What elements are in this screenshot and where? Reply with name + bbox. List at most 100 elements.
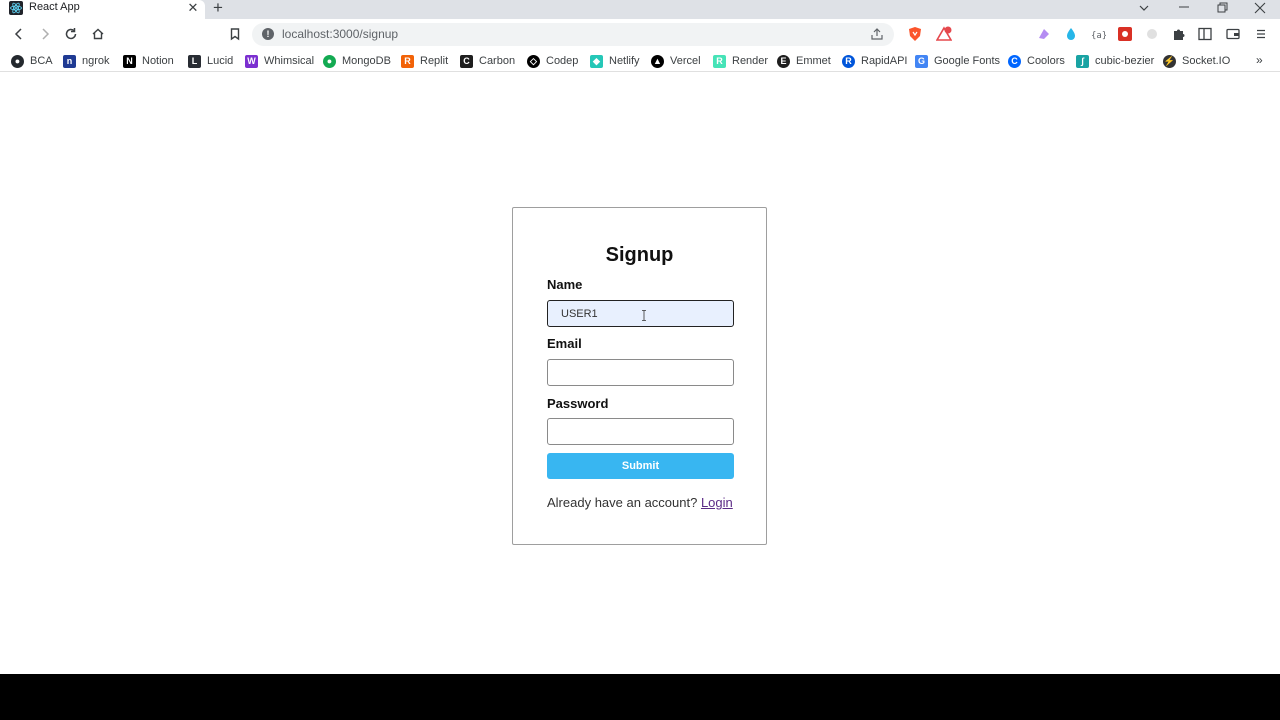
- bookmark-ngrok[interactable]: n ngrok: [63, 54, 110, 68]
- bookmark-label: RapidAPI: [861, 55, 908, 67]
- forward-icon[interactable]: [36, 25, 54, 43]
- email-input[interactable]: [547, 359, 734, 386]
- bookmark-emmet[interactable]: E Emmet: [777, 54, 831, 68]
- bookmark-netlify[interactable]: ◆ Netlify: [590, 54, 640, 68]
- rapidapi-icon: R: [842, 54, 855, 68]
- bookmarks-bar: ● BCA n ngrok N Notion L Lucid W Whimsical ● M…: [0, 50, 1280, 72]
- extension-drop-icon[interactable]: [1063, 26, 1079, 42]
- tab-react-app[interactable]: React App ✕: [0, 0, 205, 19]
- cubic-bezier-icon: ∫: [1076, 54, 1089, 68]
- wallet-icon[interactable]: [1225, 26, 1241, 42]
- bookmark-label: BCA: [30, 55, 53, 67]
- tab-strip: React App ✕ +: [0, 0, 1280, 19]
- bookmark-label: Notion: [142, 55, 174, 67]
- lucid-icon: L: [188, 54, 201, 68]
- google-fonts-icon: G: [915, 54, 928, 68]
- tab-search-icon[interactable]: [1137, 3, 1151, 13]
- bookmark-label: Netlify: [609, 55, 640, 67]
- login-prompt: Already have an account? Login: [547, 495, 733, 510]
- new-tab-button[interactable]: +: [213, 0, 223, 18]
- site-info-icon[interactable]: !: [262, 28, 274, 40]
- bookmark-label: Vercel: [670, 55, 701, 67]
- name-label: Name: [547, 277, 583, 292]
- emmet-icon: E: [777, 54, 790, 68]
- password-input[interactable]: [547, 418, 734, 445]
- close-tab-icon[interactable]: ✕: [187, 0, 199, 16]
- tab-title: React App: [29, 1, 80, 13]
- restore-icon[interactable]: [1215, 2, 1229, 14]
- url-text[interactable]: localhost:3000/signup: [282, 27, 398, 41]
- bookmark-notion[interactable]: N Notion: [123, 54, 174, 68]
- address-bar[interactable]: ! localhost:3000/signup: [252, 23, 894, 46]
- vercel-icon: ▲: [651, 54, 664, 68]
- ngrok-icon: n: [63, 54, 76, 68]
- bookmark-label: Emmet: [796, 55, 831, 67]
- home-icon[interactable]: [89, 25, 107, 43]
- extension-gray-icon[interactable]: [1144, 26, 1160, 42]
- sidebar-icon[interactable]: [1197, 26, 1213, 42]
- bookmark-codepen[interactable]: ◇ Codep: [527, 54, 578, 68]
- mongodb-icon: ●: [323, 54, 336, 68]
- signup-title: Signup: [605, 244, 674, 266]
- bookmark-vercel[interactable]: ▲ Vercel: [651, 54, 701, 68]
- text-cursor-icon: [642, 310, 646, 321]
- brave-rewards-icon[interactable]: [936, 26, 952, 42]
- password-label: Password: [547, 396, 609, 411]
- bookmark-google-fonts[interactable]: G Google Fonts: [915, 54, 1000, 68]
- bookmark-label: Carbon: [479, 55, 516, 67]
- bookmark-lucid[interactable]: L Lucid: [188, 54, 233, 68]
- close-window-icon[interactable]: [1254, 2, 1266, 14]
- carbon-icon: C: [460, 54, 473, 68]
- bookmark-bca[interactable]: ● BCA: [11, 54, 53, 68]
- extensions-puzzle-icon[interactable]: [1171, 26, 1187, 42]
- bookmark-label: Codep: [546, 55, 579, 67]
- menu-icon[interactable]: [1253, 26, 1269, 42]
- bookmark-replit[interactable]: R Replit: [401, 54, 448, 68]
- browser-window: React App ✕ + ! localhost:3000/signup {a…: [0, 0, 1280, 674]
- brave-shield-icon[interactable]: [907, 26, 923, 42]
- browser-toolbar: ! localhost:3000/signup {a}: [0, 19, 1280, 50]
- signup-card: Signup Name Email Password Submit Alread…: [512, 207, 767, 545]
- bookmark-label: ngrok: [82, 55, 110, 67]
- whimsical-icon: W: [245, 54, 258, 68]
- more-bookmarks-icon[interactable]: »: [1256, 53, 1263, 67]
- socketio-icon: ⚡: [1163, 54, 1176, 68]
- bookmark-label: Whimsical: [264, 55, 315, 67]
- bookmark-rapidapi[interactable]: R RapidAPI: [842, 54, 907, 68]
- bookmark-label: Render: [732, 55, 769, 67]
- extension-json-icon[interactable]: {a}: [1090, 26, 1106, 42]
- minimize-icon[interactable]: [1177, 4, 1191, 14]
- bookmark-icon[interactable]: [226, 25, 244, 43]
- bookmark-socketio[interactable]: ⚡ Socket.IO: [1163, 54, 1230, 68]
- page-content: Signup Name Email Password Submit Alread…: [0, 77, 1280, 674]
- bookmark-render[interactable]: R Render: [713, 54, 768, 68]
- bookmark-mongodb[interactable]: ● MongoDB: [323, 54, 391, 68]
- codepen-icon: ◇: [527, 54, 540, 68]
- react-icon: [9, 1, 23, 15]
- coolors-icon: C: [1008, 54, 1021, 68]
- back-icon[interactable]: [10, 25, 28, 43]
- render-icon: R: [713, 54, 726, 68]
- bookmark-label: MongoDB: [342, 55, 391, 67]
- replit-icon: R: [401, 54, 414, 68]
- bookmark-coolors[interactable]: C Coolors: [1008, 54, 1065, 68]
- extension-purple-icon[interactable]: [1036, 26, 1052, 42]
- extension-red-icon[interactable]: [1117, 26, 1133, 42]
- email-label: Email: [547, 336, 582, 351]
- bookmark-label: Socket.IO: [1182, 55, 1231, 67]
- login-link[interactable]: Login: [701, 495, 733, 510]
- github-icon: ●: [11, 54, 24, 68]
- bookmark-whimsical[interactable]: W Whimsical: [245, 54, 314, 68]
- share-icon[interactable]: [870, 27, 884, 41]
- bookmark-carbon[interactable]: C Carbon: [460, 54, 515, 68]
- bookmark-label: Google Fonts: [934, 55, 1001, 67]
- bookmark-label: Replit: [420, 55, 449, 67]
- netlify-icon: ◆: [590, 54, 603, 68]
- bookmark-label: Coolors: [1027, 55, 1065, 67]
- bookmark-cubic-bezier[interactable]: ∫ cubic-bezier: [1076, 54, 1154, 68]
- notion-icon: N: [123, 54, 136, 68]
- submit-button[interactable]: Submit: [547, 453, 734, 479]
- bookmark-label: Lucid: [207, 55, 234, 67]
- svg-text:{a}: {a}: [1091, 31, 1106, 41]
- reload-icon[interactable]: [62, 25, 80, 43]
